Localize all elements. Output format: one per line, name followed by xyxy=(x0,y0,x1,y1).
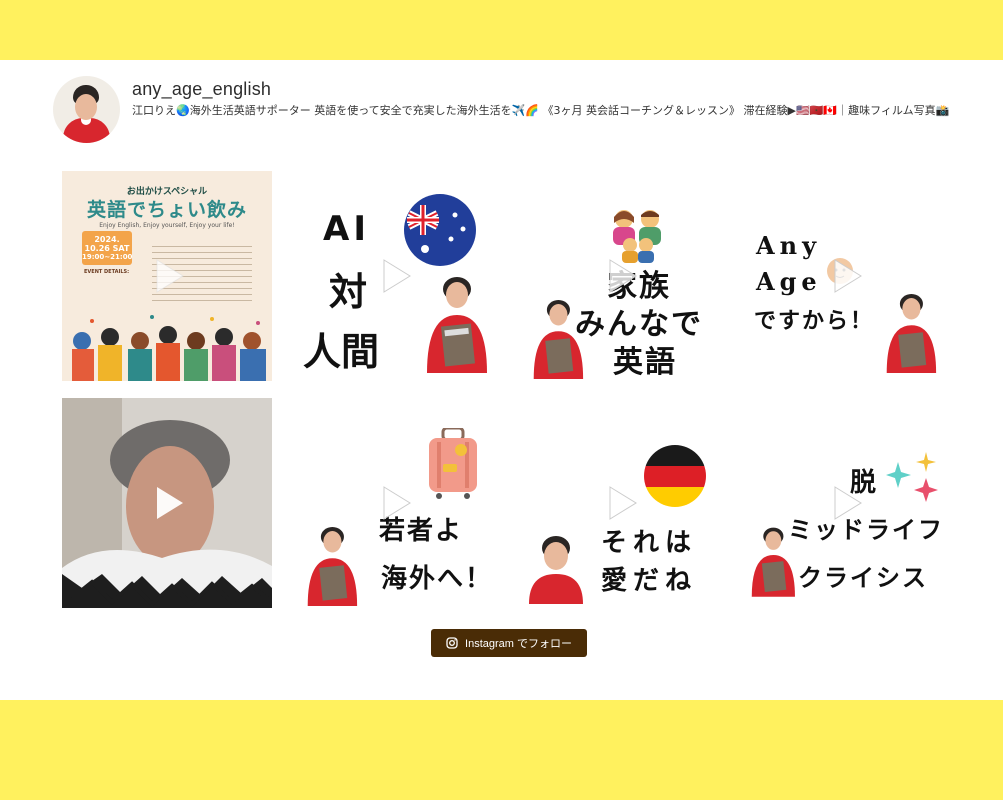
germany-flag-icon xyxy=(644,445,706,507)
post-tile-ai-vs-human[interactable]: AI 対 人間 xyxy=(289,171,499,381)
flyer-time: 19:00~21:00 xyxy=(82,253,133,261)
post-tile-youth-abroad[interactable]: 若者よ 海外へ！ xyxy=(289,398,499,608)
flyer-tagline: Enjoy English, Enjoy yourself, Enjoy you… xyxy=(99,222,235,229)
top-band xyxy=(0,0,1003,60)
username[interactable]: any_age_english xyxy=(132,79,271,100)
sticker-line-1: それは xyxy=(601,528,698,558)
play-icon xyxy=(370,479,418,527)
flyer-big-title: 英語でちょい飲み xyxy=(86,199,247,221)
flyer-details-label: EVENT DETAILS: xyxy=(84,269,130,275)
person-with-book-icon xyxy=(307,526,358,606)
instagram-icon xyxy=(446,637,458,649)
sticker-line-1: AI xyxy=(323,209,370,249)
play-icon xyxy=(370,252,418,300)
post-tile-video[interactable] xyxy=(62,398,272,608)
post-tile-thats-love[interactable]: それは 愛だね xyxy=(515,398,725,608)
bottom-band xyxy=(0,700,1003,800)
follow-on-instagram-button[interactable]: Instagram でフォロー xyxy=(431,629,587,657)
suitcase-icon xyxy=(429,428,477,499)
person-with-book-icon xyxy=(751,527,795,597)
sticker-line-3: 人間 xyxy=(303,330,380,374)
profile-bio: 江口りえ🌏海外生活英語サポーター 英語を使って安全で充実した海外生活を✈️🌈 《… xyxy=(132,104,950,117)
sticker-line-2: 愛だね xyxy=(601,566,698,596)
play-icon xyxy=(821,479,869,527)
post-tile-any-age[interactable]: Any Age ですから！ xyxy=(740,171,950,381)
play-icon xyxy=(596,479,644,527)
sticker-line-2: Age xyxy=(756,267,822,296)
sticker-line-3: クライシス xyxy=(798,564,928,592)
avatar[interactable] xyxy=(53,76,120,143)
person-with-book-icon xyxy=(533,299,584,379)
crowd-illustration xyxy=(72,315,266,381)
sticker-line-1: Any xyxy=(756,231,822,260)
person-portrait-icon xyxy=(529,536,583,604)
profile-header: any_age_english 江口りえ🌏海外生活英語サポーター 英語を使って安… xyxy=(53,76,973,146)
instagram-feed-widget: any_age_english 江口りえ🌏海外生活英語サポーター 英語を使って安… xyxy=(0,60,1003,700)
person-with-book-icon xyxy=(427,277,487,373)
sticker-line-3: 英語 xyxy=(613,345,677,380)
play-icon xyxy=(821,252,869,300)
sticker-line-2: 対 xyxy=(329,270,368,314)
sparkles-icon xyxy=(886,452,938,502)
play-icon xyxy=(596,252,644,300)
play-icon xyxy=(143,252,191,300)
person-with-book-icon xyxy=(886,293,937,373)
sticker-line-3: ですから！ xyxy=(754,309,875,334)
sticker-line-2: 海外へ！ xyxy=(381,564,494,594)
play-icon xyxy=(143,479,191,527)
flyer-date-box: 2024. 10.26 SAT 19:00~21:00 xyxy=(82,231,132,265)
post-tile-family-english[interactable]: 家族 みんなで 英語 xyxy=(515,171,725,381)
follow-button-label: Instagram でフォロー xyxy=(465,638,572,650)
flyer-date: 2024. 10.26 SAT xyxy=(84,235,130,253)
post-tile-midlife-crisis[interactable]: 脱 ミッドライフ クライシス xyxy=(740,398,950,608)
post-tile-event-flyer[interactable]: お出かけスペシャル 英語でちょい飲み Enjoy English, Enjoy … xyxy=(62,171,272,381)
